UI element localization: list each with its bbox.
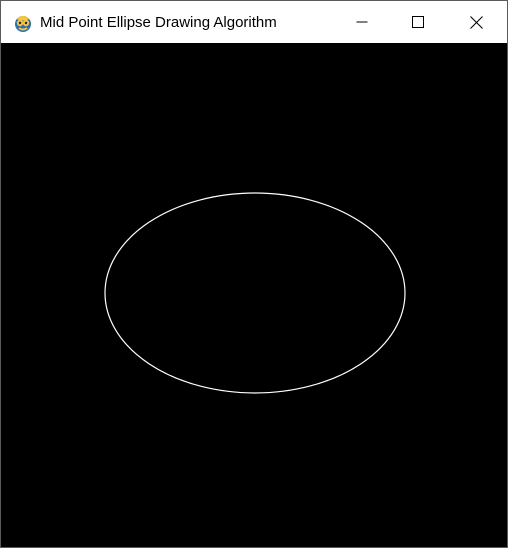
close-button[interactable] [445,1,507,43]
pygame-snake-icon[interactable] [13,13,33,33]
window-title: Mid Point Ellipse Drawing Algorithm [40,14,277,31]
drawing-canvas[interactable] [5,43,503,543]
app-window: Mid Point Ellipse Drawing Algorithm [0,0,508,548]
title-bar[interactable]: Mid Point Ellipse Drawing Algorithm [1,1,507,43]
minimize-icon [356,21,368,23]
minimize-button[interactable] [333,1,391,43]
maximize-icon [412,16,424,28]
close-icon [469,15,483,29]
canvas-surface [104,192,406,394]
ellipse-shape [104,192,406,394]
maximize-button[interactable] [389,1,447,43]
